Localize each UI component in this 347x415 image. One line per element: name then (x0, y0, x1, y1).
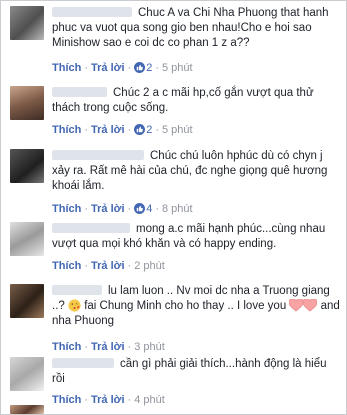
commenter-name-redacted[interactable] (52, 150, 144, 160)
kiss-emoji-icon (68, 299, 81, 312)
avatar[interactable] (10, 86, 44, 120)
like-button[interactable]: Thích (52, 62, 81, 74)
like-count[interactable]: 2 (134, 124, 152, 136)
commenter-name-redacted[interactable] (52, 87, 107, 97)
comment-thread: Chuc A va Chi Nha Phuong that hanh phuc … (0, 0, 347, 415)
heart-icon (289, 299, 304, 312)
comment-actions: Thích · Trả lời · 2 · 5 phút (52, 124, 193, 136)
comment-time[interactable]: 2 phút (134, 260, 165, 272)
avatar[interactable] (10, 357, 44, 391)
like-button[interactable]: Thích (52, 203, 81, 215)
commenter-name-redacted[interactable] (52, 7, 132, 17)
comment-actions: Thích · Trả lời · 3 phút (52, 341, 165, 353)
reply-button[interactable]: Trả lời (91, 394, 125, 406)
comment-time[interactable]: 3 phút (134, 341, 165, 353)
comment-actions: Thích · Trả lời · 2 · 5 phút (52, 62, 193, 74)
avatar[interactable] (10, 284, 44, 318)
avatar[interactable] (10, 222, 44, 256)
reply-button[interactable]: Trả lời (91, 260, 125, 272)
reply-button[interactable]: Trả lời (91, 341, 125, 353)
like-button[interactable]: Thích (52, 124, 81, 136)
commenter-name-redacted[interactable] (52, 358, 114, 368)
thumbs-up-icon (134, 203, 146, 214)
heart-icon (303, 299, 318, 312)
avatar[interactable] (10, 6, 44, 40)
comment-actions: Thích · Trả lời · 4 · 8 phút (52, 203, 193, 215)
comment-time[interactable]: 8 phút (162, 203, 193, 215)
commenter-name-redacted[interactable] (52, 285, 102, 295)
like-count[interactable]: 4 (134, 203, 152, 215)
comment-time[interactable]: 4 phút (134, 394, 165, 406)
reply-button[interactable]: Trả lời (91, 62, 125, 74)
reply-button[interactable]: Trả lời (91, 203, 125, 215)
avatar[interactable] (10, 149, 44, 183)
like-button[interactable]: Thích (52, 260, 81, 272)
like-count[interactable]: 2 (134, 62, 152, 74)
comment-time[interactable]: 5 phút (162, 62, 193, 74)
comment-text-part: fai Chung Minh cho ho thay .. I love you (84, 300, 287, 312)
like-button[interactable]: Thích (52, 341, 81, 353)
comment-actions: Thích · Trả lời · 4 phút (52, 394, 165, 406)
comment-actions: Thích · Trả lời · 2 phút (52, 260, 165, 272)
thumbs-up-icon (134, 124, 146, 135)
comment-time[interactable]: 5 phút (162, 124, 193, 136)
like-button[interactable]: Thích (52, 394, 81, 406)
commenter-name-redacted[interactable] (52, 223, 130, 233)
avatar[interactable] (10, 405, 44, 414)
reply-button[interactable]: Trả lời (91, 124, 125, 136)
thumbs-up-icon (134, 62, 146, 73)
